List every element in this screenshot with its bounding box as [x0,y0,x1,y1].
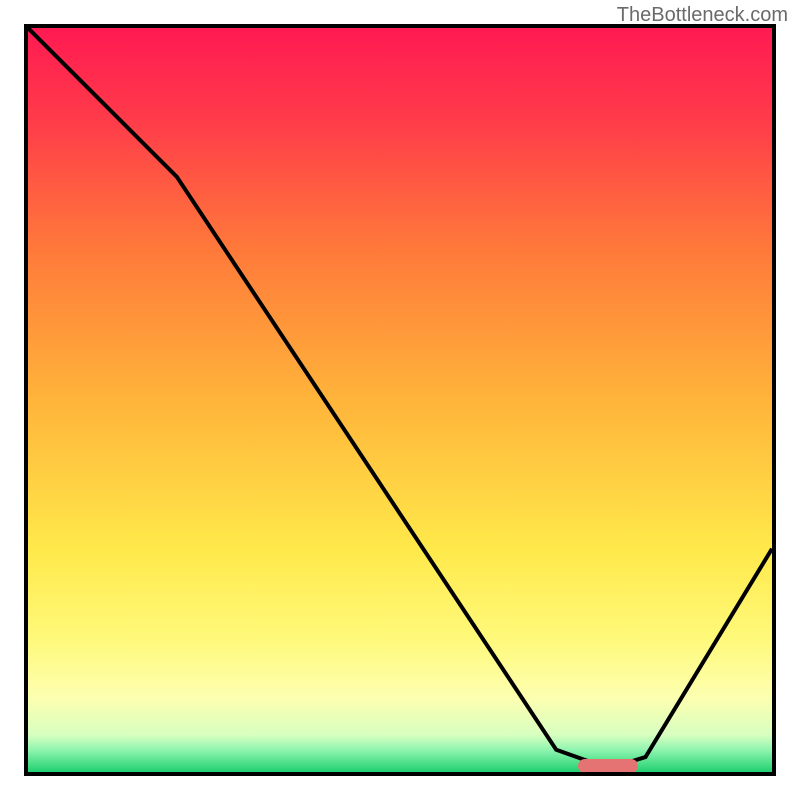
bottleneck-curve [28,28,772,772]
watermark-text: TheBottleneck.com [617,4,788,27]
chart-frame [24,24,776,776]
optimal-marker [578,759,638,773]
